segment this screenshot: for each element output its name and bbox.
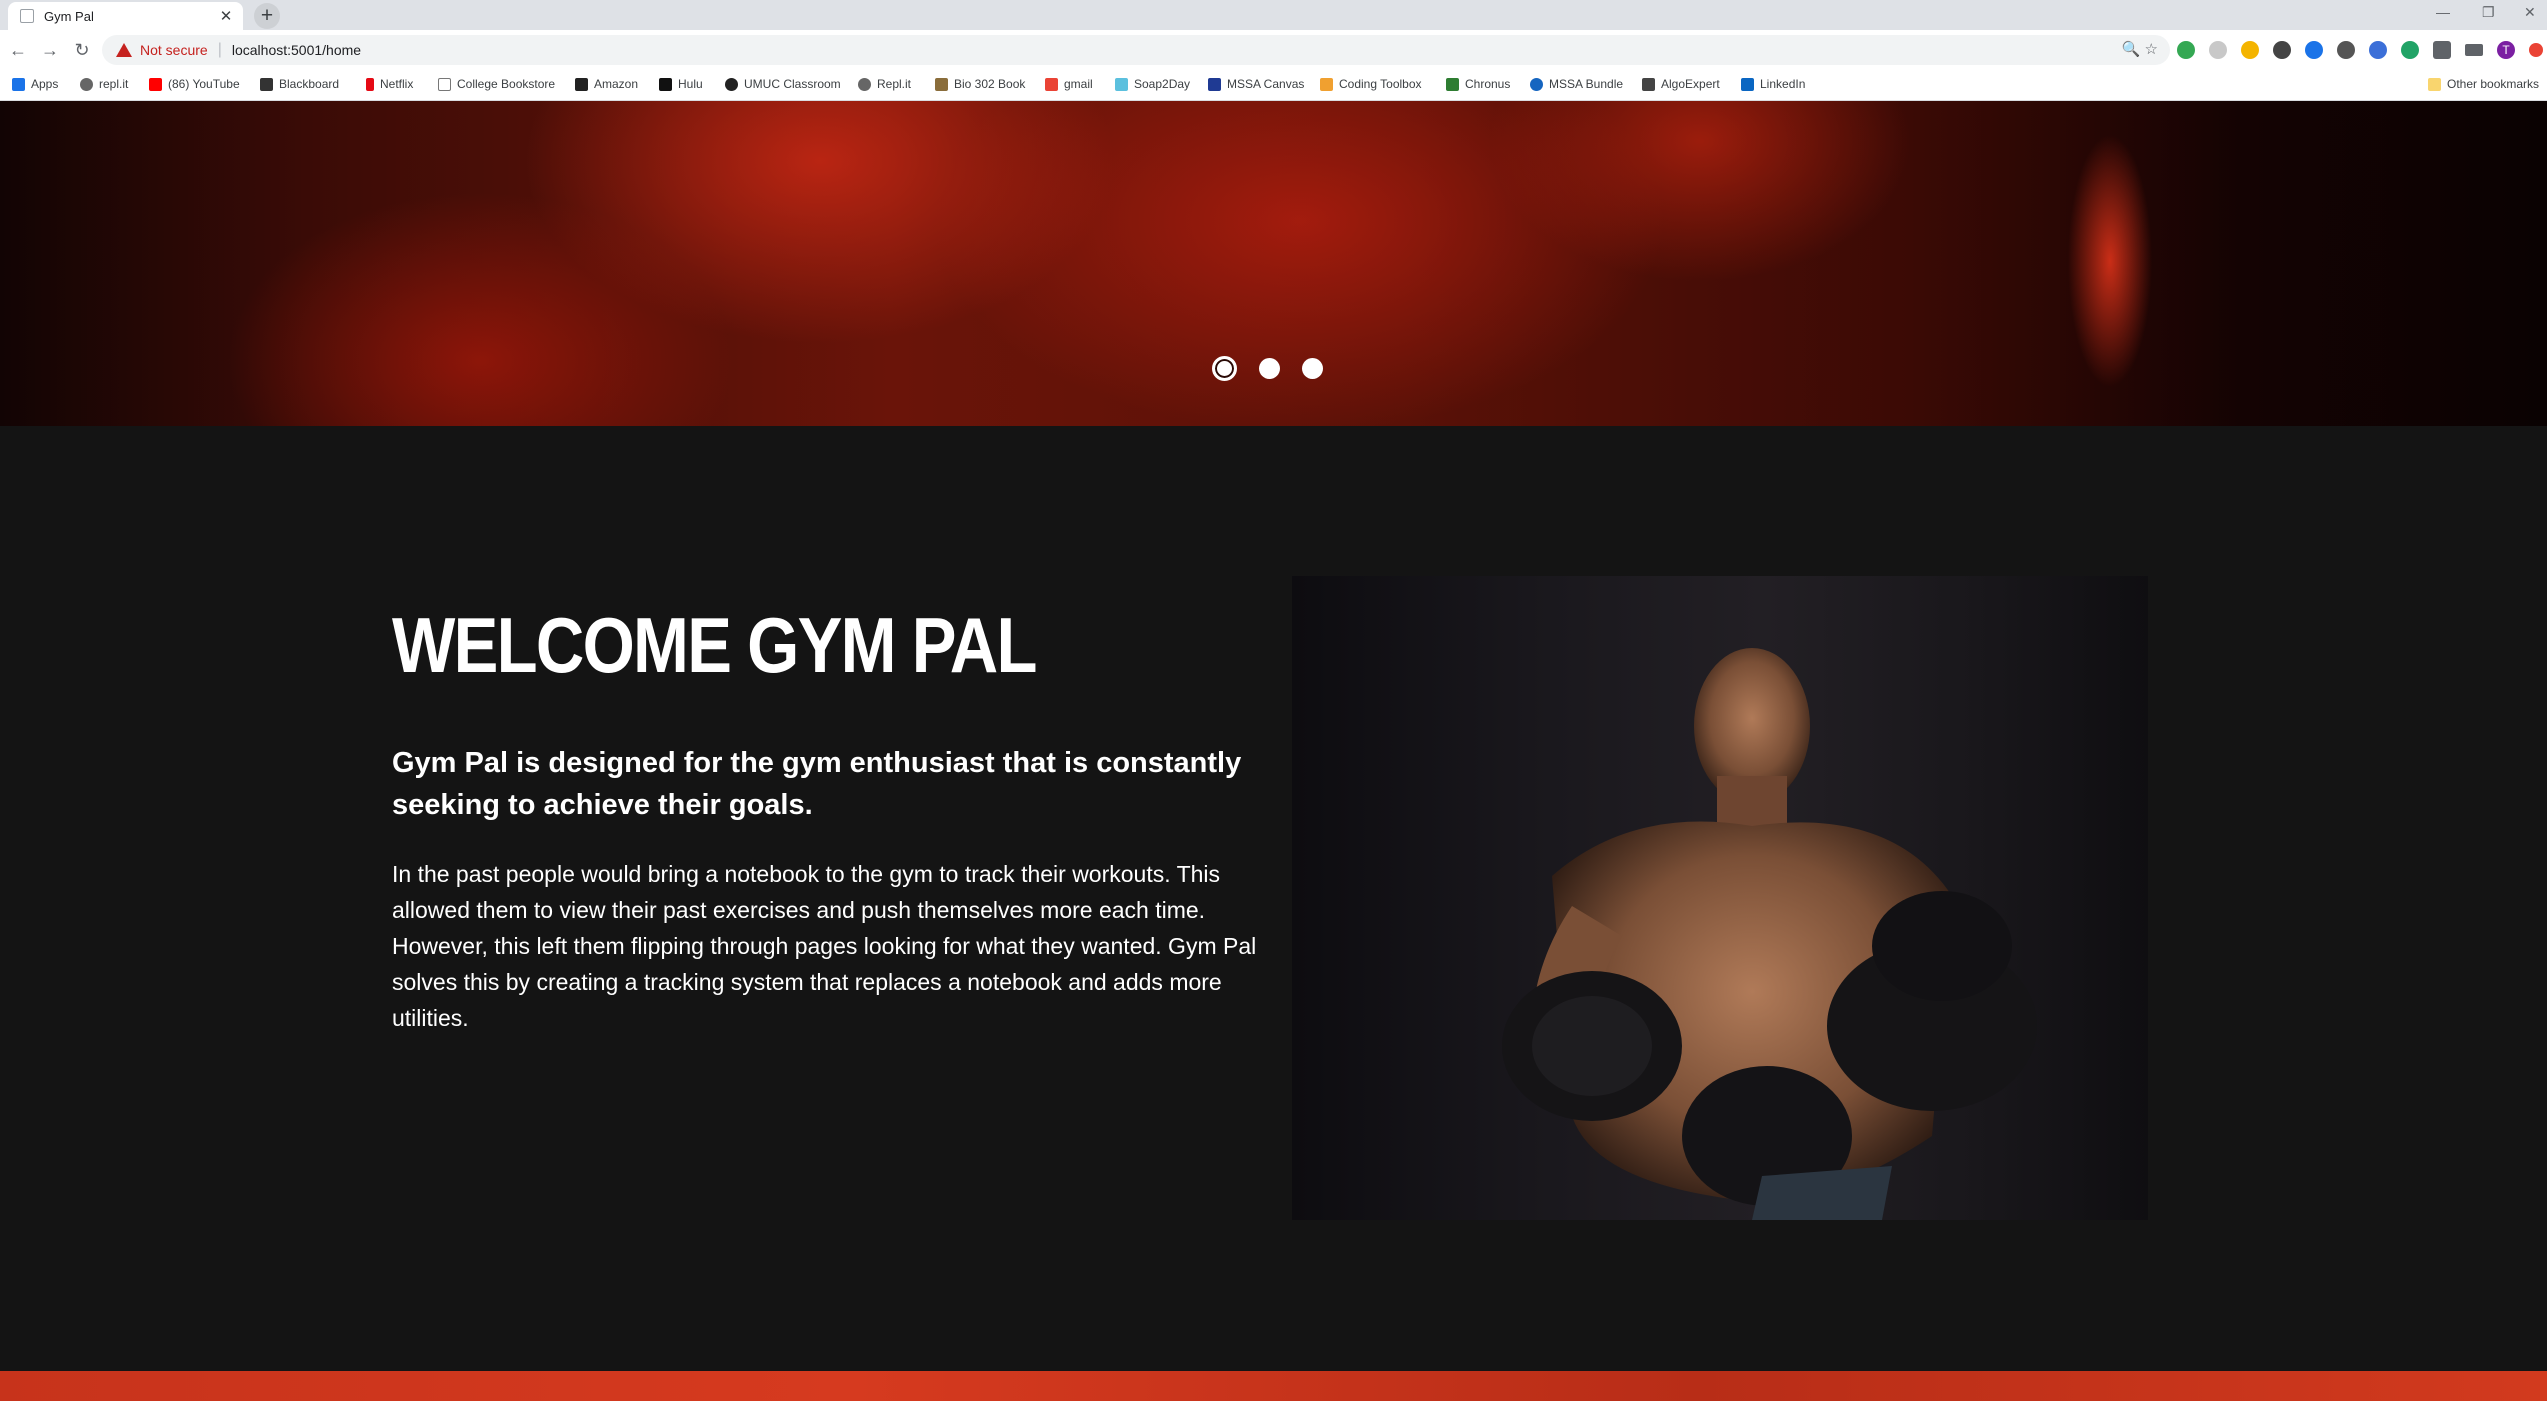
close-icon[interactable]: ✕ xyxy=(217,7,235,25)
divider: | xyxy=(217,41,222,58)
close-window-icon[interactable]: ✕ xyxy=(2524,4,2536,21)
bookmark-replit-2[interactable]: Repl.it xyxy=(858,77,911,91)
bookmark-netflix[interactable]: Netflix xyxy=(366,77,413,91)
bookmark-coding-toolbox[interactable]: Coding Toolbox xyxy=(1320,77,1422,91)
extension-icon[interactable] xyxy=(2401,41,2419,59)
bookmark-chronus[interactable]: Chronus xyxy=(1446,77,1510,91)
bookmark-blackboard[interactable]: Blackboard xyxy=(260,77,339,91)
canvas-icon xyxy=(1208,77,1221,91)
carousel-indicator-1[interactable] xyxy=(1212,356,1237,381)
bookmark-other[interactable]: Other bookmarks xyxy=(2428,77,2539,91)
extension-icon[interactable] xyxy=(2369,41,2387,59)
bookmark-algoexpert[interactable]: AlgoExpert xyxy=(1642,77,1720,91)
tab-title: Gym Pal xyxy=(44,8,94,24)
linkedin-icon xyxy=(1741,77,1754,91)
bookmark-gmail[interactable]: gmail xyxy=(1045,77,1093,91)
bookmark-mssa-canvas[interactable]: MSSA Canvas xyxy=(1208,77,1304,91)
security-label[interactable]: Not secure xyxy=(140,42,208,58)
address-toolbar: ← → ↻ Not secure | localhost:5001/home 🔍… xyxy=(0,30,2547,70)
page-icon xyxy=(438,77,451,91)
update-icon[interactable] xyxy=(2529,43,2543,57)
extension-icon[interactable] xyxy=(2177,41,2195,59)
bookmark-apps[interactable]: Apps xyxy=(12,77,58,91)
bookmark-amazon[interactable]: Amazon xyxy=(575,77,638,91)
hulu-icon xyxy=(659,77,672,91)
bookmark-umuc-classroom[interactable]: UMUC Classroom xyxy=(725,77,841,91)
athlete-photo xyxy=(1292,576,2148,1220)
extension-icon[interactable] xyxy=(2209,41,2227,59)
page-title: WELCOME GYM PAL xyxy=(392,601,1037,689)
new-tab-button[interactable]: + xyxy=(254,3,280,29)
replit-icon xyxy=(858,77,871,91)
body-text: In the past people would bring a noteboo… xyxy=(392,861,1257,1031)
bookmarks-bar: Apps repl.it (86) YouTube Blackboard Net… xyxy=(0,70,2547,101)
apps-icon xyxy=(12,77,25,91)
footer-accent-bar xyxy=(0,1371,2547,1401)
tab-gym-pal[interactable]: Gym Pal ✕ xyxy=(8,2,243,30)
reload-icon[interactable]: ↻ xyxy=(70,38,94,62)
lead-text: Gym Pal is designed for the gym enthusia… xyxy=(392,747,1242,821)
book-icon xyxy=(935,77,948,91)
welcome-section xyxy=(0,426,2547,1371)
reading-list-icon[interactable] xyxy=(2465,44,2483,56)
minimize-icon[interactable]: — xyxy=(2436,4,2450,20)
gmail-icon xyxy=(1045,77,1058,91)
carousel-indicator-2[interactable] xyxy=(1259,358,1280,379)
bookmark-youtube[interactable]: (86) YouTube xyxy=(149,77,240,91)
bookmark-bio-302-book[interactable]: Bio 302 Book xyxy=(935,77,1025,91)
netflix-icon xyxy=(366,77,374,91)
soap2day-icon xyxy=(1115,77,1128,91)
bookmark-linkedin[interactable]: LinkedIn xyxy=(1741,77,1805,91)
folder-icon xyxy=(2428,77,2441,91)
carousel-indicator-3[interactable] xyxy=(1302,358,1323,379)
athlete-illustration xyxy=(1502,648,2037,1220)
bookmark-college-bookstore[interactable]: College Bookstore xyxy=(438,77,555,91)
address-bar[interactable]: Not secure | localhost:5001/home 🔍 ☆ xyxy=(102,35,2170,65)
profile-avatar[interactable]: T xyxy=(2497,41,2515,59)
url-text[interactable]: localhost:5001/home xyxy=(232,42,361,58)
toolbox-icon xyxy=(1320,77,1333,91)
chronus-icon xyxy=(1446,77,1459,91)
bookmark-replit[interactable]: repl.it xyxy=(80,77,128,91)
forward-icon[interactable]: → xyxy=(38,38,62,62)
replit-icon xyxy=(80,77,93,91)
umuc-icon xyxy=(725,77,738,91)
youtube-icon xyxy=(149,77,162,91)
zoom-star-icons[interactable]: 🔍 ☆ xyxy=(2122,40,2158,58)
puzzle-icon[interactable] xyxy=(2433,41,2451,59)
extension-icon[interactable] xyxy=(2273,41,2291,59)
amazon-icon xyxy=(575,77,588,91)
bookmark-soap2day[interactable]: Soap2Day xyxy=(1115,77,1190,91)
back-icon[interactable]: ← xyxy=(6,38,30,62)
tab-strip: Gym Pal ✕ + — ❐ ✕ xyxy=(0,0,2547,30)
extension-icon[interactable] xyxy=(2241,41,2259,59)
page-icon xyxy=(20,9,34,23)
extension-icon[interactable] xyxy=(2305,41,2323,59)
bookmark-hulu[interactable]: Hulu xyxy=(659,77,703,91)
restore-icon[interactable]: ❐ xyxy=(2482,4,2495,21)
bundle-icon xyxy=(1530,77,1543,91)
bookmark-mssa-bundle[interactable]: MSSA Bundle xyxy=(1530,77,1623,91)
algoexpert-icon xyxy=(1642,77,1655,91)
blackboard-icon xyxy=(260,77,273,91)
warning-icon xyxy=(116,43,132,57)
extension-icon[interactable] xyxy=(2337,41,2355,59)
